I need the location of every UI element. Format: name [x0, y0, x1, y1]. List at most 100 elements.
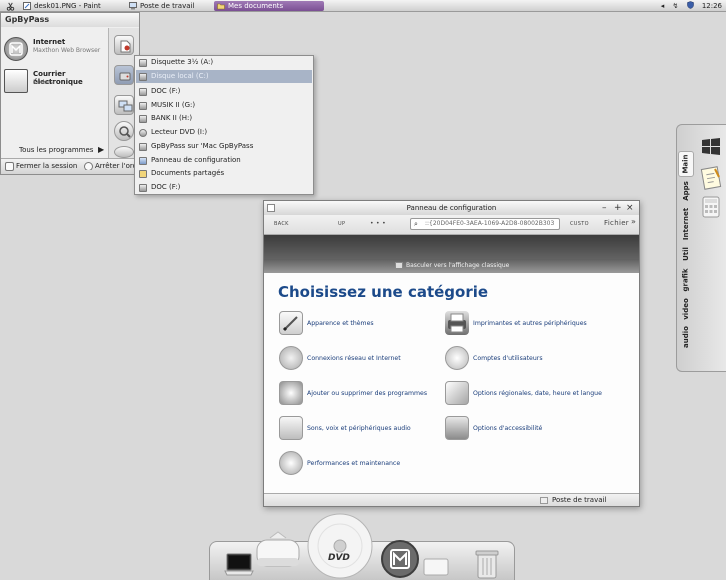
close-icon[interactable]: ×: [626, 202, 634, 214]
dock-tab-video[interactable]: video: [678, 295, 694, 323]
drive-icon[interactable]: [422, 556, 450, 580]
dock-tab-util[interactable]: Util: [678, 243, 694, 265]
dock-tab-audio[interactable]: audio: [678, 323, 694, 351]
submenu-item[interactable]: MUSIK II (G:): [136, 99, 312, 113]
hard-disk-icon: [139, 72, 147, 81]
drive-icon: [139, 115, 147, 124]
dock-tab-internet[interactable]: Internet: [678, 205, 694, 243]
window-titlebar[interactable]: Panneau de configuration – + ×: [264, 201, 639, 215]
classic-view-icon: [395, 262, 403, 269]
notes-icon[interactable]: [699, 165, 723, 193]
computer-icon: [540, 497, 548, 504]
hard-disk-place-icon[interactable]: [114, 65, 134, 85]
dock-tab-label: Internet: [682, 207, 690, 241]
accessibility-icon: [445, 416, 469, 440]
submenu-item[interactable]: DOC (F:): [136, 181, 312, 195]
all-programs-arrow-icon[interactable]: ▶: [98, 145, 104, 154]
scissors-icon[interactable]: [3, 1, 17, 11]
task-mes-documents[interactable]: Mes documents: [214, 1, 324, 11]
documents-place-icon[interactable]: [114, 35, 134, 55]
category-appearance[interactable]: Apparence et thèmes: [279, 311, 449, 339]
submenu-item[interactable]: GpByPass sur 'Mac GpByPass: [136, 140, 312, 154]
category-performance[interactable]: Performances et maintenance: [279, 451, 449, 479]
submenu-item-label: GpByPass sur 'Mac GpByPass: [151, 141, 254, 150]
chevron-right-icon[interactable]: »: [631, 217, 636, 226]
all-programs-label[interactable]: Tous les programmes: [19, 146, 93, 154]
network-icon: [279, 346, 303, 370]
start-menu-user-name: GpByPass: [1, 13, 139, 27]
submenu-item[interactable]: Lecteur DVD (I:): [136, 126, 312, 140]
custo-button[interactable]: CUSTO: [570, 221, 589, 227]
trash-icon[interactable]: [474, 548, 500, 580]
security-shield-icon[interactable]: [686, 1, 696, 10]
shutdown-label: Arrêter l'ordinateur: [95, 162, 139, 170]
power-icon: [84, 162, 93, 170]
control-panel-icon: [139, 156, 147, 165]
submenu-item-label: Panneau de configuration: [151, 155, 241, 164]
submenu-item[interactable]: Disquette 3½ (A:): [136, 56, 312, 70]
category-label: Comptes d'utilisateurs: [473, 355, 543, 362]
clock[interactable]: 12:26: [702, 2, 722, 10]
maximize-icon[interactable]: +: [614, 202, 622, 214]
search-place-icon[interactable]: [114, 121, 134, 141]
category-label: Ajouter ou supprimer des programmes: [307, 390, 428, 397]
start-menu: GpByPass Internet Maxthon Web Browser Co…: [0, 12, 140, 175]
printer-icon: [445, 311, 469, 335]
calculator-icon[interactable]: [701, 195, 721, 221]
category-label: Options d'accessibilité: [473, 425, 543, 432]
submenu-item-label: BANK II (H:): [151, 114, 193, 123]
expand-tray-icon[interactable]: ◂: [661, 2, 665, 10]
dock-tab-apps[interactable]: Apps: [678, 177, 694, 205]
category-sound[interactable]: Sons, voix et périphériques audio: [279, 416, 449, 444]
pinned-internet[interactable]: Internet Maxthon Web Browser: [4, 35, 108, 63]
bottom-dock: DVD: [209, 513, 515, 580]
address-field[interactable]: ⌕ ::{20D04FE0-3AEA-1069-A2D8-08002B303: [410, 218, 560, 230]
submenu-item[interactable]: Documents partagés: [136, 167, 312, 181]
status-bar: Poste de travail: [264, 493, 639, 506]
network-status-icon[interactable]: ↯: [672, 2, 678, 10]
pinned-subtitle: Maxthon Web Browser: [33, 47, 101, 54]
logoff-button[interactable]: Fermer la session: [4, 162, 78, 171]
category-printers[interactable]: Imprimantes et autres périphériques: [445, 311, 635, 339]
task-paint[interactable]: desk01.PNG - Paint: [20, 1, 128, 11]
submenu-item[interactable]: BANK II (H:): [136, 112, 312, 126]
dock-tab-label: Apps: [682, 181, 691, 201]
mac-mini-icon[interactable]: [254, 528, 302, 578]
dock-tab-label: audio: [682, 326, 690, 348]
maxthon-icon[interactable]: [380, 539, 420, 580]
dock-tab-main[interactable]: Main: [678, 151, 694, 177]
dock-tab-grafik[interactable]: grafik: [678, 265, 694, 295]
laptop-icon[interactable]: [224, 552, 254, 580]
category-users[interactable]: Comptes d'utilisateurs: [445, 346, 635, 374]
category-accessibility[interactable]: Options d'accessibilité: [445, 416, 635, 444]
logoff-label: Fermer la session: [16, 162, 78, 170]
cd-place-icon[interactable]: [114, 146, 134, 158]
windows-logo-icon[interactable]: [699, 135, 723, 161]
more-button[interactable]: • • •: [370, 220, 386, 227]
logoff-icon: [5, 162, 14, 171]
task-poste-de-travail[interactable]: Poste de travail: [126, 1, 214, 11]
submenu-item[interactable]: Disque local (C:): [136, 69, 312, 84]
up-button[interactable]: UP: [338, 221, 345, 227]
switch-classic-view-label: Basculer vers l'affichage classique: [406, 262, 510, 269]
submenu-item[interactable]: Panneau de configuration: [136, 154, 312, 168]
category-label: Connexions réseau et Internet: [307, 355, 401, 362]
submenu-item-label: Lecteur DVD (I:): [151, 128, 208, 137]
shutdown-button[interactable]: Arrêter l'ordinateur: [83, 162, 139, 170]
pinned-mail[interactable]: Courrier électronique Eudora: [4, 67, 108, 95]
network-place-icon[interactable]: [114, 95, 134, 115]
submenu-item[interactable]: DOC (F:): [136, 85, 312, 99]
minimize-icon[interactable]: –: [602, 202, 607, 214]
category-network[interactable]: Connexions réseau et Internet: [279, 346, 449, 374]
taskbar: desk01.PNG - Paint Poste de travail Mes …: [0, 0, 726, 12]
dvd-icon[interactable]: DVD: [306, 512, 374, 580]
category-regional[interactable]: Options régionales, date, heure et langu…: [445, 381, 635, 409]
menu-fichier[interactable]: Fichier: [604, 219, 629, 227]
shared-folder-icon: [139, 170, 147, 179]
search-icon: ⌕: [414, 220, 418, 228]
back-button[interactable]: BACK: [274, 221, 289, 227]
window-menu-icon[interactable]: [267, 204, 275, 212]
category-add-remove[interactable]: Ajouter ou supprimer des programmes: [279, 381, 449, 409]
switch-classic-view-link[interactable]: Basculer vers l'affichage classique: [395, 262, 509, 269]
folder-icon: [217, 2, 225, 10]
